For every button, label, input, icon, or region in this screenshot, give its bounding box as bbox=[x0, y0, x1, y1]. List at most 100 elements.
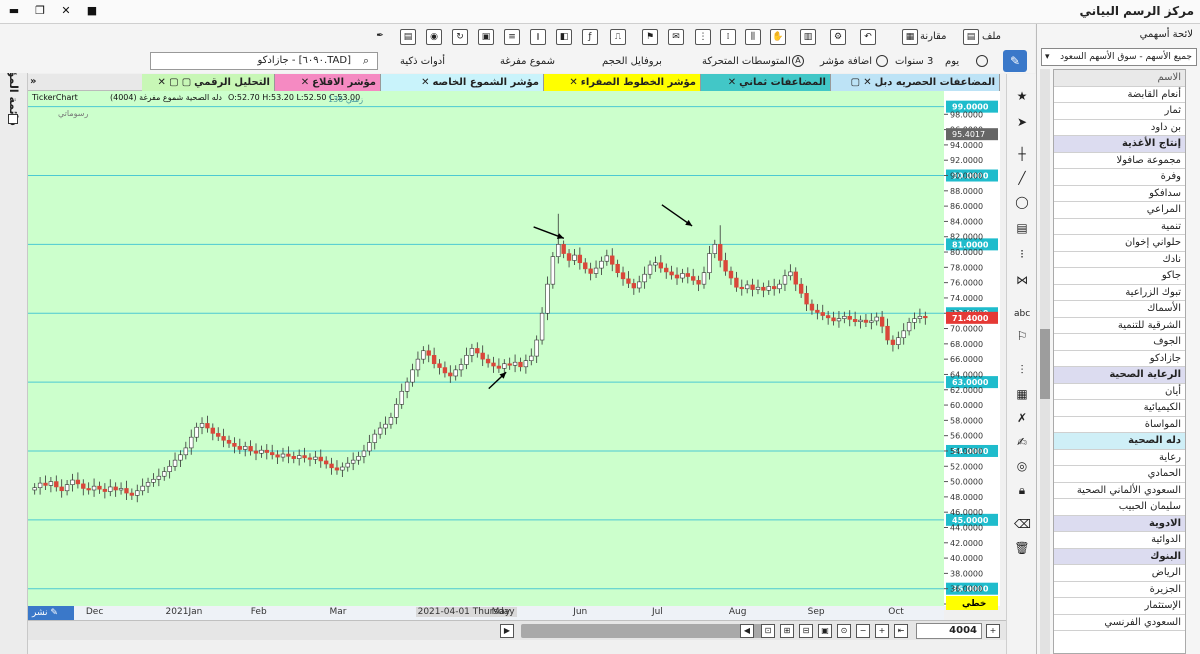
candle-body[interactable] bbox=[167, 465, 172, 472]
candle-body[interactable] bbox=[189, 436, 194, 449]
trash-icon[interactable]: 🗑︎ bbox=[1014, 540, 1030, 556]
pattern-icon[interactable]: ⋈ bbox=[1014, 272, 1030, 288]
tab-takeoff-indicator[interactable]: مؤشر الاقلاع✕ bbox=[275, 74, 381, 91]
clock-icon[interactable] bbox=[976, 55, 988, 67]
candle-body[interactable] bbox=[879, 316, 885, 327]
chart-type-icon[interactable]: ▦ bbox=[1014, 386, 1030, 402]
table-icon[interactable]: ▥ bbox=[800, 29, 816, 45]
candle-body[interactable] bbox=[626, 278, 631, 284]
candle-body[interactable] bbox=[291, 456, 296, 459]
candle-body[interactable] bbox=[842, 316, 847, 319]
candle-body[interactable] bbox=[664, 267, 669, 273]
period-years-button[interactable]: 3 سنوات bbox=[895, 56, 933, 67]
delete-shape-icon[interactable]: ✗ bbox=[1014, 410, 1030, 426]
watchlist-item[interactable]: الرياض bbox=[1054, 565, 1185, 582]
candle-body[interactable] bbox=[566, 253, 572, 261]
candle-body[interactable] bbox=[858, 319, 863, 322]
scroll-left-icon[interactable]: ◀ bbox=[740, 624, 754, 638]
add-indicator-button[interactable]: اضافة مؤشر bbox=[820, 56, 872, 67]
candle-body[interactable] bbox=[512, 361, 518, 366]
watchlist-scroll-thumb[interactable] bbox=[1040, 329, 1050, 399]
candle-body[interactable] bbox=[383, 423, 388, 429]
candle-body[interactable] bbox=[588, 268, 593, 274]
candle-body[interactable] bbox=[485, 358, 491, 364]
candle-body[interactable] bbox=[820, 312, 825, 316]
candle-body[interactable] bbox=[334, 467, 340, 471]
page-icon[interactable]: ▣ bbox=[478, 29, 494, 45]
undo-icon[interactable]: ↶ bbox=[860, 29, 876, 45]
publish-button[interactable]: نشر ✎ bbox=[28, 606, 74, 620]
panel-toggle-icon[interactable] bbox=[8, 114, 18, 124]
candle-body[interactable] bbox=[129, 492, 135, 496]
candle-body[interactable] bbox=[367, 442, 372, 452]
candle-body[interactable] bbox=[394, 403, 399, 418]
star-icon[interactable]: ★ bbox=[1014, 88, 1030, 104]
candle-body[interactable] bbox=[464, 355, 469, 365]
candle-body[interactable] bbox=[825, 315, 831, 319]
candle-body[interactable] bbox=[793, 271, 798, 285]
zoom-value-field[interactable]: 4004 bbox=[916, 623, 982, 639]
mail-icon[interactable]: ✉ bbox=[668, 29, 684, 45]
candle-body[interactable] bbox=[151, 478, 156, 483]
candle-body[interactable] bbox=[248, 446, 253, 452]
candle-body[interactable] bbox=[615, 263, 620, 273]
candle-body[interactable] bbox=[480, 352, 485, 360]
minimize-icon[interactable]: ▬ bbox=[4, 3, 24, 19]
grid-icon[interactable]: ⋮ bbox=[695, 29, 711, 45]
pen-icon[interactable]: ✒ bbox=[372, 29, 388, 45]
watchlist-item[interactable]: دله الصحية bbox=[1054, 433, 1185, 450]
watchlist-item[interactable]: أنعام القابضة bbox=[1054, 87, 1185, 103]
tab-multiples-double[interactable]: المضاعفات الحصريه دبل✕ ▢ bbox=[831, 74, 1000, 91]
watchlist-item[interactable]: وفرة bbox=[1054, 169, 1185, 186]
settings-icon[interactable]: ⚙ bbox=[830, 29, 846, 45]
candle-body[interactable] bbox=[912, 318, 917, 323]
moving-averages-button[interactable]: المتوسطات المتحركة bbox=[702, 56, 791, 67]
candle-body[interactable] bbox=[502, 363, 507, 369]
candle-body[interactable] bbox=[696, 280, 701, 285]
candle-body[interactable] bbox=[744, 284, 750, 290]
candle-body[interactable] bbox=[124, 488, 129, 494]
candle-body[interactable] bbox=[593, 267, 599, 274]
candle-body[interactable] bbox=[788, 271, 793, 277]
sector-header[interactable]: الادوية bbox=[1054, 515, 1185, 532]
candle-body[interactable] bbox=[523, 360, 529, 368]
sector-header[interactable]: الرعاية الصحية bbox=[1054, 367, 1185, 384]
file-menu[interactable]: ملف bbox=[982, 31, 1001, 42]
candle-body[interactable] bbox=[313, 456, 318, 460]
candle-body[interactable] bbox=[847, 316, 852, 320]
candle-body[interactable] bbox=[458, 364, 464, 371]
fibonacci-icon[interactable]: ⁝ bbox=[1014, 246, 1030, 262]
candle-body[interactable] bbox=[782, 275, 788, 285]
candle-body[interactable] bbox=[917, 316, 923, 319]
candle-body[interactable] bbox=[102, 488, 108, 492]
candle-body[interactable] bbox=[426, 350, 431, 356]
watchlist-item[interactable]: المواساة bbox=[1054, 417, 1185, 433]
candle-body[interactable] bbox=[755, 286, 761, 290]
candle-body[interactable] bbox=[280, 453, 286, 458]
chart-svg[interactable]: 99.000090.000081.000072.000063.000054.00… bbox=[28, 91, 1000, 619]
zoom-out-icon[interactable]: − bbox=[856, 624, 870, 638]
candle-body[interactable] bbox=[361, 450, 367, 457]
candle-body[interactable] bbox=[415, 358, 421, 371]
candle-body[interactable] bbox=[831, 317, 836, 322]
candle-body[interactable] bbox=[604, 255, 610, 262]
candle-body[interactable] bbox=[372, 433, 377, 443]
candle-body[interactable] bbox=[199, 423, 205, 428]
watchlist-item[interactable]: الدوائية bbox=[1054, 532, 1185, 549]
candle-body[interactable] bbox=[399, 390, 404, 405]
candle-body[interactable] bbox=[691, 276, 696, 281]
cursor-icon[interactable]: ➤ bbox=[1014, 114, 1030, 130]
candle-body[interactable] bbox=[674, 274, 680, 279]
compare-button[interactable]: مقارنة bbox=[920, 31, 946, 42]
candle-body[interactable] bbox=[43, 482, 48, 486]
candle-body[interactable] bbox=[270, 452, 275, 456]
candle-body[interactable] bbox=[701, 272, 707, 285]
candle-body[interactable] bbox=[556, 244, 561, 257]
candle-body[interactable] bbox=[869, 320, 874, 323]
search-icon[interactable]: ⌕ bbox=[356, 53, 376, 69]
channel-icon[interactable]: ▤ bbox=[1014, 220, 1030, 236]
candle-body[interactable] bbox=[172, 459, 178, 467]
watchlist-item[interactable]: السعودي الفرنسي bbox=[1054, 615, 1185, 631]
candle-body[interactable] bbox=[307, 457, 313, 460]
candle-body[interactable] bbox=[496, 365, 502, 369]
